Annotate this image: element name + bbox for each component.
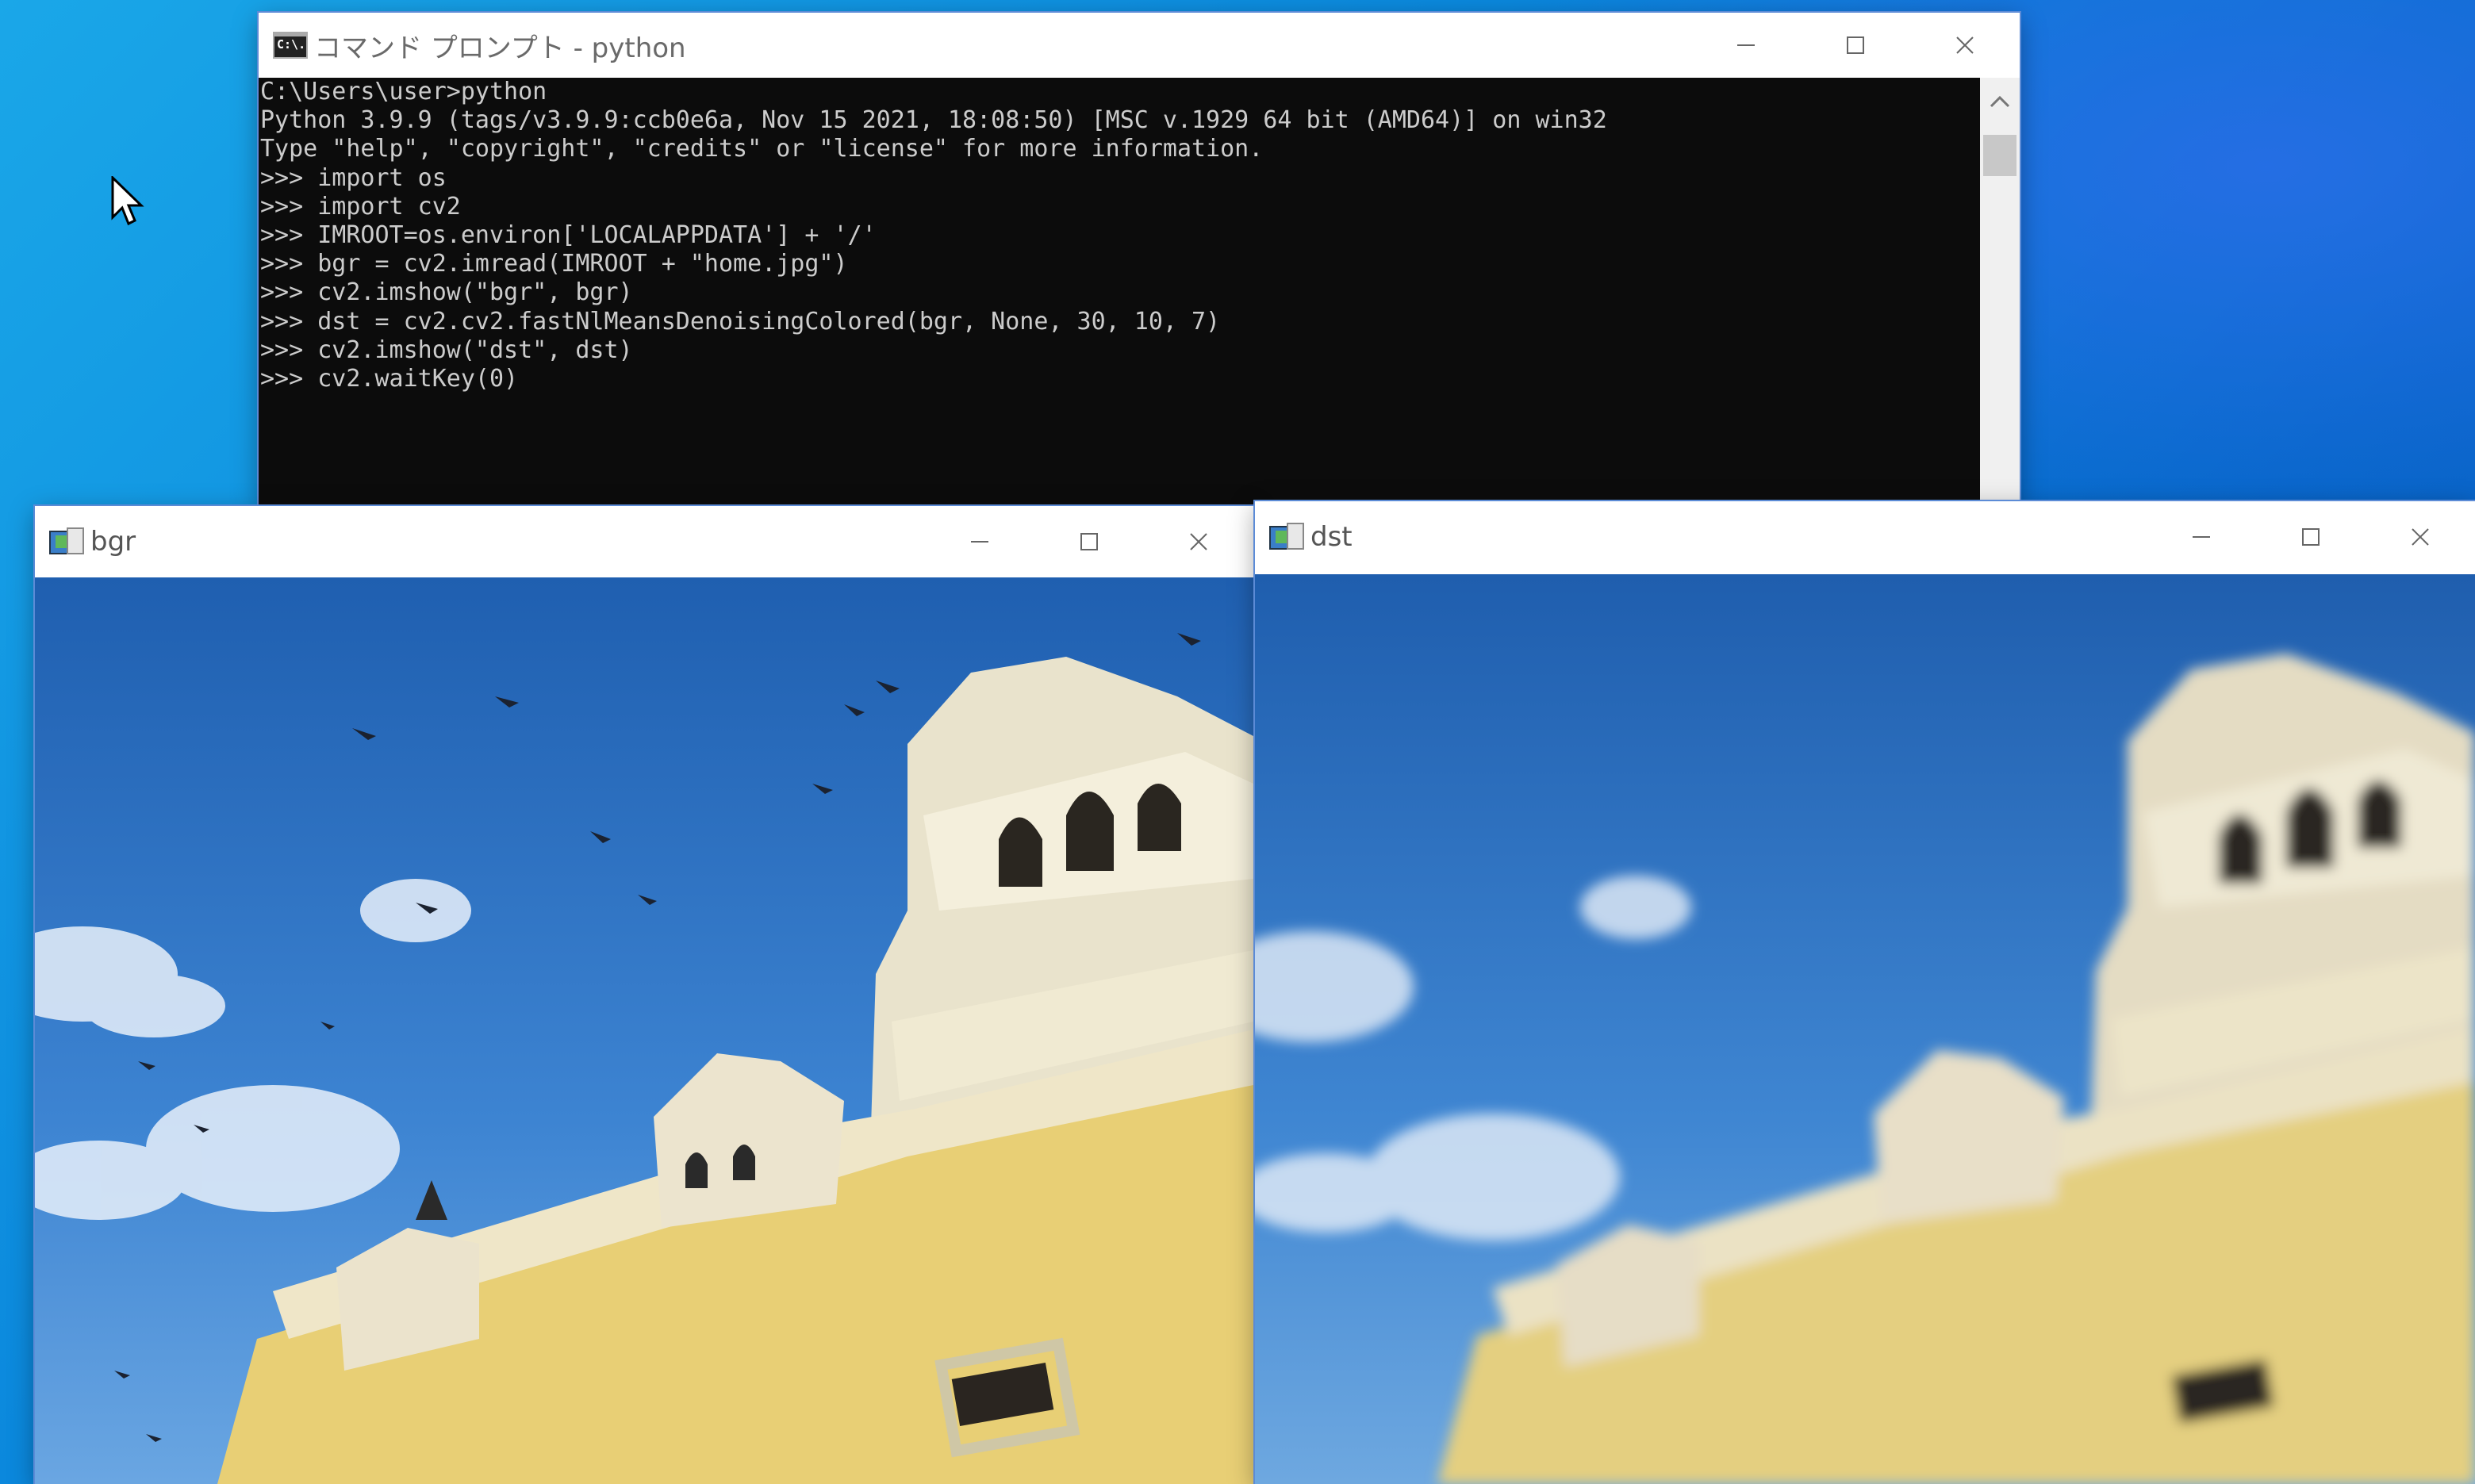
scroll-up-arrow-icon[interactable]: [1990, 95, 2010, 108]
console-scrollbar[interactable]: [1980, 78, 2020, 504]
console-line: C:\Users\user>python: [260, 78, 547, 105]
console-line: >>> cv2.waitKey(0): [260, 364, 519, 393]
maximize-button[interactable]: [2256, 501, 2366, 573]
dst-title: dst: [1310, 521, 1353, 553]
mouse-cursor-icon: [111, 176, 144, 226]
maximize-button[interactable]: [1801, 13, 1910, 78]
console-line: >>> dst = cv2.cv2.fastNlMeansDenoisingCo…: [260, 307, 1221, 336]
minimize-button[interactable]: [2147, 501, 2256, 573]
console-line: >>> cv2.imshow("dst", dst): [260, 336, 633, 364]
console-line: >>> bgr = cv2.imread(IMROOT + "home.jpg"…: [260, 250, 848, 278]
console-line: Python 3.9.9 (tags/v3.9.9:ccb0e6a, Nov 1…: [260, 106, 1607, 135]
command-prompt-window[interactable]: C:\. コマンド プロンプト - python C:\Users\user>p…: [259, 13, 2020, 504]
minimize-button[interactable]: [925, 506, 1034, 577]
dst-titlebar[interactable]: dst: [1255, 501, 2475, 573]
close-icon: [1190, 533, 1207, 550]
close-icon: [2412, 528, 2429, 546]
dst-image-window[interactable]: dst: [1255, 501, 2475, 1484]
minimize-icon: [2193, 536, 2210, 538]
console-output[interactable]: C:\Users\user>python Python 3.9.9 (tags/v…: [259, 78, 1980, 504]
console-title: コマンド プロンプト - python: [314, 32, 686, 64]
console-line: >>> import cv2: [260, 192, 461, 220]
minimize-button[interactable]: [1691, 13, 1801, 78]
minimize-icon: [1737, 44, 1755, 46]
close-button[interactable]: [1144, 506, 1253, 577]
minimize-icon: [971, 541, 988, 543]
bgr-title: bgr: [90, 526, 136, 558]
close-button[interactable]: [1910, 13, 2020, 78]
console-line: Type "help", "copyright", "credits" or "…: [260, 135, 1264, 163]
console-titlebar[interactable]: C:\. コマンド プロンプト - python: [259, 13, 2020, 78]
bgr-titlebar[interactable]: bgr: [35, 506, 1253, 577]
cmd-icon: C:\.: [273, 32, 308, 59]
maximize-icon: [1080, 533, 1098, 550]
maximize-icon: [2302, 528, 2320, 546]
maximize-button[interactable]: [1034, 506, 1144, 577]
console-line: >>> import os: [260, 163, 447, 192]
opencv-window-icon: [1269, 523, 1304, 551]
palace-photo-denoised: [1255, 574, 2475, 1484]
console-line: >>> IMROOT=os.environ['LOCALAPPDATA'] + …: [260, 220, 877, 249]
close-button[interactable]: [2366, 501, 2475, 573]
bgr-image-window[interactable]: bgr: [35, 506, 1253, 1484]
maximize-icon: [1847, 36, 1864, 54]
close-icon: [1956, 36, 1974, 54]
console-line: >>> cv2.imshow("bgr", bgr): [260, 278, 633, 307]
dst-image: [1255, 574, 2475, 1484]
opencv-window-icon: [49, 527, 84, 556]
palace-photo-original: [35, 577, 1253, 1484]
bgr-image: [35, 577, 1253, 1484]
scrollbar-thumb[interactable]: [1983, 135, 2016, 176]
